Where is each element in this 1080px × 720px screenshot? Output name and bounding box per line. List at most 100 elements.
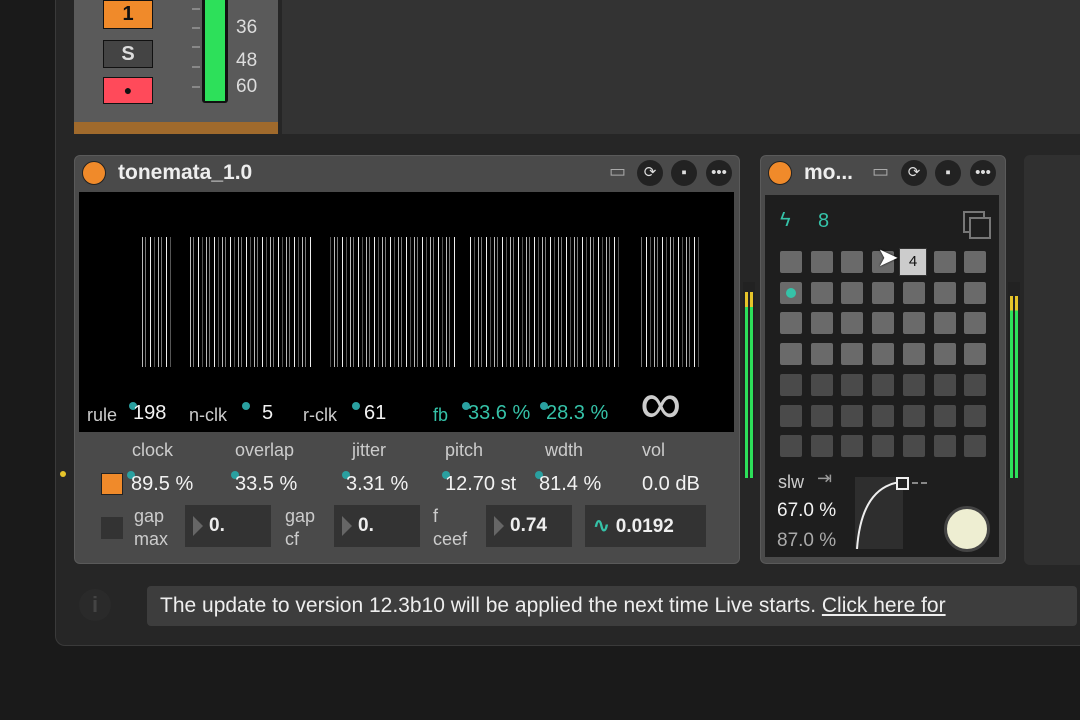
step-pad[interactable] bbox=[872, 435, 895, 458]
step-pad[interactable] bbox=[902, 373, 925, 396]
pad-tooltip: 4 bbox=[899, 248, 927, 276]
rule-value[interactable]: 198 bbox=[133, 402, 166, 425]
step-pad[interactable] bbox=[964, 343, 987, 366]
mouse-cursor-icon: ➤ bbox=[877, 242, 899, 272]
info-icon[interactable]: i bbox=[79, 589, 111, 621]
more-options-icon[interactable]: ••• bbox=[706, 160, 732, 186]
gap-toggle[interactable] bbox=[101, 517, 123, 539]
preset-icon[interactable]: ▭ bbox=[609, 161, 626, 182]
device-power-button[interactable] bbox=[768, 161, 792, 185]
gap-max-value: 0. bbox=[209, 515, 225, 536]
track-volume-meter[interactable] bbox=[202, 0, 228, 103]
step-pad[interactable] bbox=[780, 404, 802, 427]
meter-scale-36: 36 bbox=[236, 17, 258, 38]
slw-value-2[interactable]: 87.0 % bbox=[777, 530, 836, 552]
rclk-value[interactable]: 61 bbox=[364, 402, 386, 425]
step-pad[interactable] bbox=[810, 404, 833, 427]
step-pad[interactable] bbox=[780, 251, 802, 273]
wdth-value[interactable]: 81.4 % bbox=[539, 473, 601, 496]
hot-swap-icon[interactable]: ⟳ bbox=[637, 160, 663, 186]
fb-value-1[interactable]: 33.6 % bbox=[468, 402, 530, 425]
step-pad[interactable] bbox=[841, 281, 864, 304]
cellular-automaton-display[interactable] bbox=[79, 192, 734, 432]
play-arrow-icon bbox=[342, 515, 352, 536]
step-pad[interactable] bbox=[841, 251, 864, 273]
step-pad[interactable] bbox=[902, 312, 925, 335]
step-pad[interactable] bbox=[933, 312, 956, 335]
lightning-icon[interactable]: ϟ bbox=[780, 209, 791, 232]
nclk-value[interactable]: 5 bbox=[262, 402, 273, 425]
step-pad[interactable] bbox=[933, 281, 956, 304]
pitch-value[interactable]: 12.70 st bbox=[445, 473, 516, 496]
step-pad[interactable] bbox=[780, 373, 802, 396]
step-pad[interactable] bbox=[810, 312, 833, 335]
overlap-value[interactable]: 33.5 % bbox=[235, 473, 297, 496]
notification-link[interactable]: Click here for bbox=[822, 594, 946, 617]
step-pad[interactable] bbox=[964, 404, 987, 427]
arm-button[interactable]: ● bbox=[103, 77, 153, 104]
more-options-icon[interactable]: ••• bbox=[970, 160, 996, 186]
f-ceef-number-box[interactable]: 0.74 bbox=[486, 505, 572, 547]
step-pad[interactable] bbox=[933, 435, 956, 458]
step-pad[interactable] bbox=[964, 373, 987, 396]
step-pad[interactable] bbox=[872, 404, 895, 427]
step-pad[interactable] bbox=[964, 251, 987, 273]
wave-value: 0.0192 bbox=[615, 516, 674, 537]
cellular-pattern bbox=[139, 237, 699, 367]
step-pad[interactable] bbox=[872, 343, 895, 366]
wave-number-box[interactable]: ∿ 0.0192 bbox=[585, 505, 706, 547]
step-pad[interactable] bbox=[964, 312, 987, 335]
step-pad[interactable] bbox=[780, 312, 802, 335]
track-activator-button[interactable]: 1 bbox=[103, 0, 153, 29]
step-pad[interactable] bbox=[902, 404, 925, 427]
step-pad[interactable] bbox=[810, 373, 833, 396]
step-pad[interactable] bbox=[810, 281, 833, 304]
save-preset-icon[interactable]: ▪ bbox=[935, 160, 961, 186]
jitter-value[interactable]: 3.31 % bbox=[346, 473, 408, 496]
step-pad[interactable] bbox=[933, 373, 956, 396]
step-pad[interactable] bbox=[933, 251, 956, 273]
gap-cf-label-2: cf bbox=[285, 529, 300, 549]
clock-value[interactable]: 89.5 % bbox=[131, 473, 193, 496]
fb-value-2[interactable]: 28.3 % bbox=[546, 402, 608, 425]
step-pad[interactable] bbox=[872, 373, 895, 396]
step-pad[interactable] bbox=[964, 281, 987, 304]
align-right-icon[interactable]: ⇥ bbox=[817, 468, 832, 489]
clock-toggle[interactable] bbox=[101, 473, 123, 495]
step-pad[interactable] bbox=[902, 281, 925, 304]
save-preset-icon[interactable]: ▪ bbox=[671, 160, 697, 186]
param-header-pitch: pitch bbox=[445, 440, 484, 460]
step-pad[interactable] bbox=[872, 281, 895, 304]
device-power-button[interactable] bbox=[82, 161, 106, 185]
step-pad[interactable] bbox=[841, 404, 864, 427]
step-count-value[interactable]: 8 bbox=[818, 210, 829, 233]
step-pad[interactable] bbox=[841, 435, 864, 458]
step-pad[interactable] bbox=[902, 343, 925, 366]
step-pad[interactable] bbox=[841, 343, 864, 366]
step-pad[interactable] bbox=[933, 404, 956, 427]
step-pad[interactable] bbox=[780, 343, 802, 366]
gap-max-number-box[interactable]: 0. bbox=[185, 505, 271, 547]
step-pad[interactable] bbox=[810, 251, 833, 273]
vol-value[interactable]: 0.0 dB bbox=[642, 473, 700, 496]
step-pad[interactable] bbox=[964, 435, 987, 458]
param-header-vol: vol bbox=[642, 440, 666, 460]
preset-icon[interactable]: ▭ bbox=[872, 161, 889, 182]
step-pad[interactable] bbox=[902, 435, 925, 458]
solo-button[interactable]: S bbox=[103, 40, 153, 68]
infinity-loop-icon[interactable]: ∞ bbox=[640, 372, 681, 436]
step-pad[interactable] bbox=[872, 312, 895, 335]
slw-value-1[interactable]: 67.0 % bbox=[777, 500, 836, 522]
trigger-button[interactable] bbox=[944, 506, 990, 552]
step-pad[interactable] bbox=[841, 312, 864, 335]
step-pad[interactable] bbox=[810, 435, 833, 458]
curve-handle[interactable] bbox=[896, 477, 909, 490]
f-ceef-label-1: f bbox=[433, 506, 439, 526]
gap-cf-number-box[interactable]: 0. bbox=[334, 505, 420, 547]
hot-swap-icon[interactable]: ⟳ bbox=[901, 160, 927, 186]
step-pad[interactable] bbox=[780, 435, 802, 458]
step-pad[interactable] bbox=[810, 343, 833, 366]
step-pad[interactable] bbox=[841, 373, 864, 396]
step-pad[interactable] bbox=[933, 343, 956, 366]
notification-text: The update to version 12.3b10 will be ap… bbox=[160, 594, 822, 617]
